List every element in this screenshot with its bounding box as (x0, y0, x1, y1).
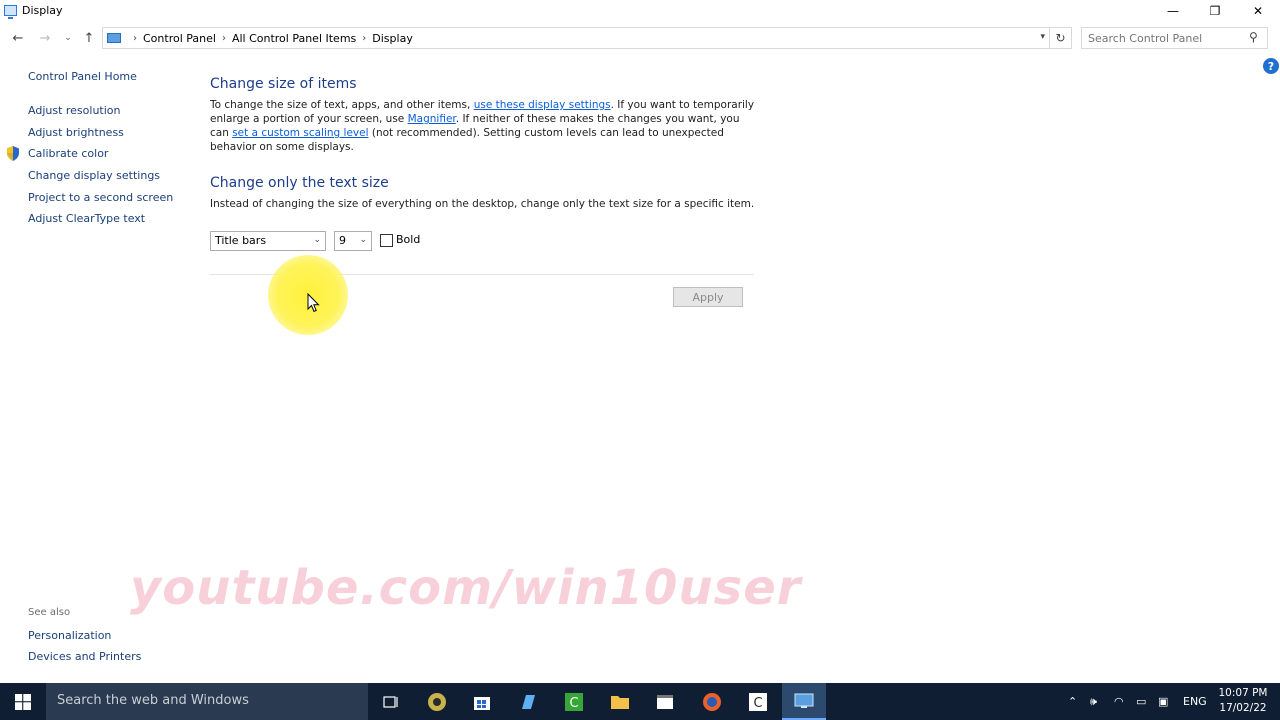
search-input[interactable] (1081, 27, 1268, 49)
svg-text:C: C (753, 696, 762, 711)
chevron-up-icon: ⌃ (1068, 695, 1078, 708)
size-select-value: 9 (339, 234, 346, 247)
task-view-button[interactable] (369, 683, 413, 720)
search-icon[interactable]: ⚲ (1249, 30, 1258, 44)
bold-label[interactable]: Bold (396, 233, 420, 246)
adjust-brightness-link[interactable]: Adjust brightness (28, 126, 124, 139)
magnifier-link[interactable]: Magnifier (408, 113, 456, 125)
control-panel-taskbar-button[interactable] (782, 683, 826, 720)
title-bar: Display — ❐ ✕ (0, 0, 1280, 22)
taskbar-app-2[interactable] (506, 683, 550, 720)
display-settings-link[interactable]: use these display settings (474, 99, 611, 111)
maximize-button[interactable]: ❐ (1193, 0, 1237, 22)
clock-time: 10:07 PM (1218, 687, 1268, 699)
window-icon (657, 694, 673, 709)
language-indicator[interactable]: ENG (1183, 683, 1207, 720)
computer-icon (107, 33, 121, 43)
apply-button[interactable]: Apply (673, 287, 743, 307)
calibrate-color-link[interactable]: Calibrate color (28, 147, 108, 160)
chevron-down-icon: ⌄ (313, 235, 321, 245)
action-center-button[interactable]: ▣ (1158, 683, 1168, 720)
section-heading: Change size of items (210, 76, 357, 92)
store-button[interactable] (460, 683, 504, 720)
back-button[interactable]: ← (8, 28, 28, 48)
bold-checkbox[interactable] (380, 234, 393, 247)
power-button[interactable]: ▭ (1136, 683, 1146, 720)
chevron-down-icon: ⌄ (359, 235, 367, 245)
windows-logo-icon (15, 693, 31, 710)
project-second-screen-link[interactable]: Project to a second screen (28, 191, 173, 204)
show-hidden-icons-button[interactable]: ⌃ (1068, 683, 1077, 720)
see-also-label: See also (28, 607, 71, 618)
display-icon (794, 693, 814, 708)
shield-icon (7, 146, 19, 161)
watermark: youtube.com/win10user (130, 560, 802, 616)
window-title: Display (22, 4, 63, 17)
change-display-settings-link[interactable]: Change display settings (28, 169, 160, 182)
app-icon: C (565, 692, 583, 711)
close-button[interactable]: ✕ (1236, 0, 1280, 22)
up-button[interactable]: ↑ (79, 28, 99, 48)
item-select[interactable]: Title bars ⌄ (210, 231, 326, 251)
breadcrumb-control-panel[interactable]: Control Panel (143, 32, 216, 45)
section-change-size: Change size of items To change the size … (210, 76, 770, 154)
wifi-icon: ◠ (1114, 695, 1124, 708)
recent-locations-button[interactable]: ⌄ (58, 28, 78, 48)
breadcrumb-separator[interactable]: › (222, 33, 226, 44)
personalization-link[interactable]: Personalization (28, 629, 111, 642)
breadcrumb-separator: › (133, 32, 137, 44)
taskbar-app-3[interactable]: C (552, 683, 596, 720)
section-heading: Change only the text size (210, 175, 389, 191)
breadcrumb-all-items[interactable]: All Control Panel Items (232, 32, 356, 45)
adjust-resolution-link[interactable]: Adjust resolution (28, 104, 121, 117)
clock-date: 17/02/22 (1219, 702, 1267, 714)
text-size-controls: Title bars ⌄ 9 ⌄ Bold (210, 231, 510, 251)
svg-text:C: C (569, 696, 578, 711)
devices-printers-link[interactable]: Devices and Printers (28, 650, 141, 663)
control-panel-home-link[interactable]: Control Panel Home (28, 70, 137, 83)
message-icon: ▣ (1158, 695, 1169, 708)
custom-scaling-link[interactable]: set a custom scaling level (232, 127, 368, 139)
address-bar[interactable]: › Control Panel › All Control Panel Item… (102, 27, 1050, 49)
navigation-bar: ← → ⌄ ↑ › Control Panel › All Control Pa… (0, 26, 1280, 50)
battery-icon: ▭ (1136, 695, 1147, 708)
volume-button[interactable]: 🕪 (1090, 683, 1097, 720)
firefox-button[interactable] (690, 683, 734, 720)
breadcrumb-display[interactable]: Display (372, 32, 413, 45)
display-icon (4, 5, 17, 19)
store-icon (474, 696, 490, 710)
taskbar: Search the web and Windows C C ⌃ 🕪 ◠ ▭ ▣… (0, 683, 1280, 720)
folder-icon (611, 695, 629, 709)
forward-button[interactable]: → (35, 28, 55, 48)
minimize-button[interactable]: — (1151, 0, 1195, 22)
task-view-icon (383, 695, 398, 708)
breadcrumb-separator[interactable]: › (362, 33, 366, 44)
taskbar-app-4[interactable] (643, 683, 687, 720)
taskbar-app-5[interactable]: C (736, 683, 780, 720)
taskbar-search-box[interactable]: Search the web and Windows (46, 683, 368, 720)
item-select-value: Title bars (215, 234, 267, 247)
section-description: To change the size of text, apps, and ot… (210, 99, 755, 153)
help-icon[interactable]: ? (1263, 58, 1279, 74)
refresh-button[interactable]: ↻ (1050, 27, 1072, 49)
app-icon: C (749, 692, 767, 711)
section-description: Instead of changing the size of everythi… (210, 198, 755, 210)
start-button[interactable] (0, 683, 46, 720)
firefox-icon (703, 692, 721, 711)
clock[interactable]: 10:07 PM 17/02/22 (1210, 686, 1276, 716)
volume-icon: 🕪 (1090, 694, 1097, 708)
taskbar-app-1[interactable] (415, 683, 459, 720)
app-icon (522, 694, 535, 709)
section-text-size: Change only the text size Instead of cha… (210, 175, 758, 211)
network-button[interactable]: ◠ (1114, 683, 1124, 720)
file-explorer-button[interactable] (598, 683, 642, 720)
size-select[interactable]: 9 ⌄ (334, 231, 372, 251)
cursor-icon (307, 293, 320, 313)
adjust-cleartype-link[interactable]: Adjust ClearType text (28, 212, 145, 225)
chevron-down-icon[interactable]: ▾ (1040, 32, 1045, 42)
app-icon (428, 692, 446, 711)
